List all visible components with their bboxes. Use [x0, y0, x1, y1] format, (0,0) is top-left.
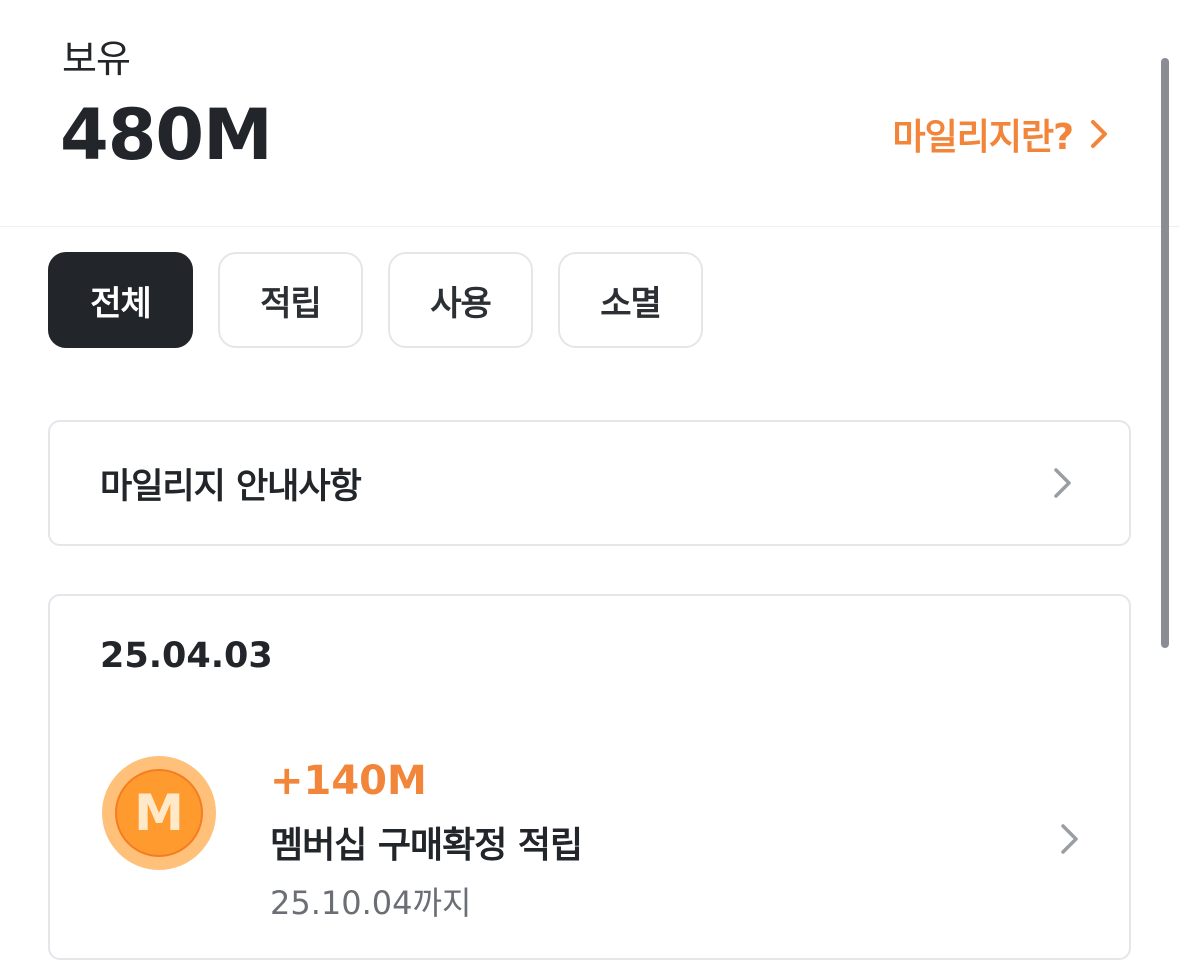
mileage-coin-icon: M: [102, 756, 216, 870]
notice-title: 마일리지 안내사항: [100, 466, 362, 507]
tab-earned[interactable]: 적립: [218, 252, 363, 348]
chevron-right-icon: [1054, 468, 1071, 498]
hold-label: 보유: [62, 37, 131, 81]
chevron-right-icon: [1091, 120, 1107, 148]
scrollbar[interactable]: [1161, 58, 1169, 648]
hold-balance: 480M: [60, 94, 273, 176]
history-entry[interactable]: M +140M 멤버십 구매확정 적립 25.10.04까지: [100, 756, 1080, 926]
tab-all[interactable]: 전체: [48, 252, 193, 348]
entry-title: 멤버십 구매확정 적립: [270, 825, 583, 866]
history-card: 25.04.03 M +140M 멤버십 구매확정 적립 25.10.04까지: [48, 594, 1131, 960]
entry-amount: +140M: [270, 758, 427, 804]
coin-letter: M: [115, 769, 203, 857]
tab-used[interactable]: 사용: [388, 252, 533, 348]
filter-tabs: 전체 적립 사용 소멸: [48, 252, 703, 348]
what-is-mileage-label: 마일리지란?: [892, 117, 1074, 158]
tab-expired[interactable]: 소멸: [558, 252, 703, 348]
mileage-notice-row[interactable]: 마일리지 안내사항: [48, 420, 1131, 546]
header-divider: [0, 226, 1179, 227]
entry-expiry: 25.10.04까지: [270, 884, 472, 922]
mileage-page: 보유 480M 마일리지란? 전체 적립 사용 소멸 마일리지 안내사항 25.…: [0, 0, 1179, 980]
history-date: 25.04.03: [100, 636, 273, 676]
chevron-right-icon: [1061, 824, 1078, 854]
what-is-mileage-link[interactable]: 마일리지란?: [893, 108, 1109, 160]
